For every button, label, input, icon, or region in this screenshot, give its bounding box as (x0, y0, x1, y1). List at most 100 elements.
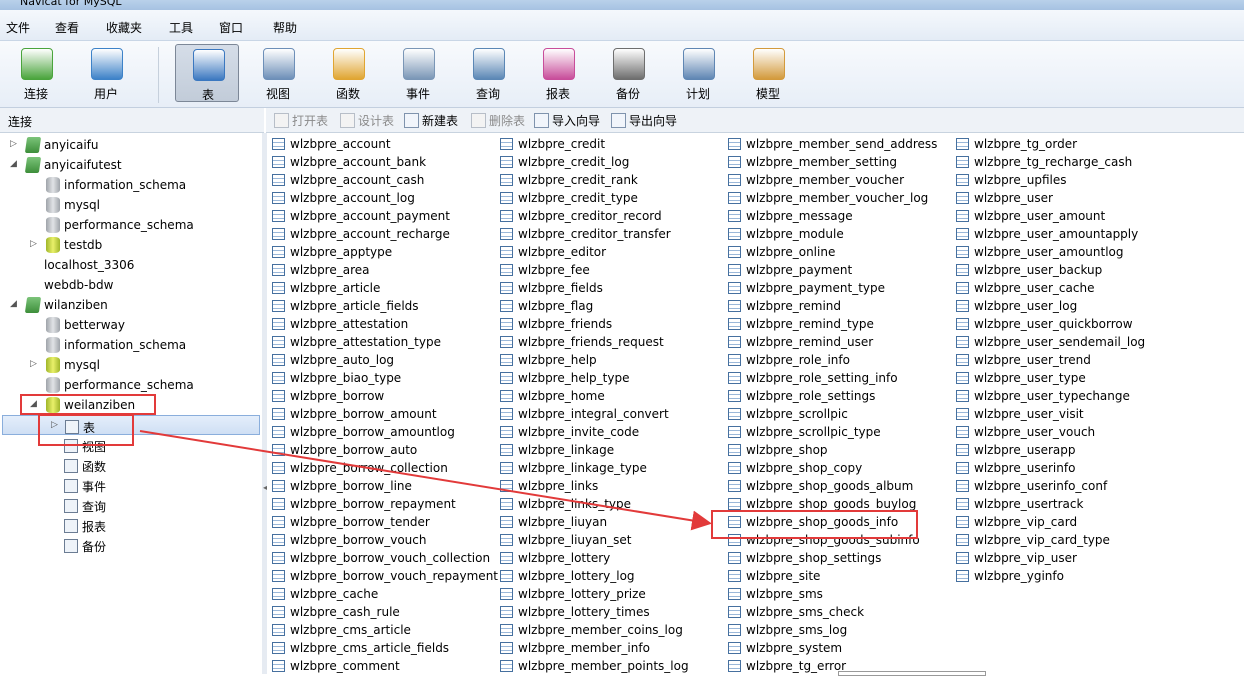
object-toolbar-button[interactable]: 设计表 (340, 112, 394, 128)
menu-tools[interactable]: 工具 (169, 19, 193, 36)
menu-view[interactable]: 查看 (55, 19, 79, 36)
toolbar-button-function[interactable]: 函数 (316, 44, 380, 102)
tree-item[interactable]: betterway (0, 315, 262, 335)
table-icon (956, 336, 969, 348)
table-icon (728, 588, 741, 600)
table-icon (956, 534, 969, 546)
toolbar-button-connection[interactable]: 连接 (4, 44, 68, 102)
tree-item-label: 函数 (82, 460, 107, 474)
toolbar-button-schedule[interactable]: 计划 (666, 44, 730, 102)
collapsed-arrow-icon[interactable]: ▷ (30, 359, 40, 369)
tree-item[interactable]: 备份 (0, 535, 262, 555)
table-name: wlzbpre_member_setting (746, 155, 898, 169)
table-name: wlzbpre_scrollpic_type (746, 425, 881, 439)
highlight-weilanziben (20, 394, 156, 415)
tree-item[interactable]: localhost_3306 (0, 255, 262, 275)
tree-item-label: performance_schema (64, 378, 194, 392)
database-icon (46, 317, 60, 333)
table-name: wlzbpre_user_vouch (974, 425, 1096, 439)
collapse-arrow-icon[interactable]: ◀ (263, 483, 269, 507)
tree-item[interactable]: information_schema (0, 175, 262, 195)
tree-item-label: 报表 (82, 520, 107, 534)
tree-item[interactable]: ◢ anyicaifutest (0, 155, 262, 175)
toolbar-button-model[interactable]: 模型 (736, 44, 800, 102)
expanded-arrow-icon[interactable]: ◢ (10, 299, 20, 309)
menu-window[interactable]: 窗口 (219, 19, 243, 36)
tree-item[interactable]: 事件 (0, 475, 262, 495)
table-icon (500, 264, 513, 276)
database-open-icon (46, 357, 60, 373)
table-icon (728, 372, 741, 384)
object-toolbar-label: 删除表 (489, 114, 526, 128)
object-type-icon (64, 499, 78, 513)
table-name: wlzbpre_linkage_type (518, 461, 647, 475)
table-name: wlzbpre_borrow_collection (290, 461, 448, 475)
object-toolbar-button[interactable]: 删除表 (471, 112, 525, 128)
main-toolbar: 连接 用户 表 视图 函数 事件 查询 报表 备份 计划 模型 (0, 41, 1244, 108)
tree-item[interactable]: 查询 (0, 495, 262, 515)
connection-icon (21, 48, 53, 80)
menu-favorites[interactable]: 收藏夹 (106, 19, 142, 36)
toolbar-button-query[interactable]: 查询 (456, 44, 520, 102)
table-icon (728, 318, 741, 330)
menu-file[interactable]: 文件 (6, 19, 30, 36)
object-type-icon (64, 539, 78, 553)
toolbar-button-event[interactable]: 事件 (386, 44, 450, 102)
table-icon (272, 444, 285, 456)
table-name: wlzbpre_apptype (290, 245, 393, 259)
tree-item[interactable]: ▷ mysql (0, 355, 262, 375)
object-toolbar-button[interactable]: 打开表 (274, 112, 328, 128)
table-name: wlzbpre_role_settings (746, 389, 876, 403)
table-name: wlzbpre_user (974, 191, 1053, 205)
table-icon (272, 408, 285, 420)
table-name: wlzbpre_payment (746, 263, 853, 277)
tree-item[interactable]: information_schema (0, 335, 262, 355)
toolbar-button-user[interactable]: 用户 (74, 44, 138, 102)
object-toolbar-button[interactable]: 导入向导 (534, 112, 600, 128)
toolbar-button-backup[interactable]: 备份 (596, 44, 660, 102)
table-icon (728, 444, 741, 456)
database-icon (46, 177, 60, 193)
table-icon (728, 606, 741, 618)
table-icon (728, 192, 741, 204)
table-icon (500, 354, 513, 366)
object-type-icon (64, 479, 78, 493)
collapsed-arrow-icon[interactable]: ▷ (30, 239, 40, 249)
object-toolbar-button[interactable]: 新建表 (404, 112, 458, 128)
tree-item[interactable]: mysql (0, 195, 262, 215)
tree-item-label: testdb (64, 238, 103, 252)
window-title: Navicat for MySQL (20, 0, 122, 8)
table-icon (956, 462, 969, 474)
tree-item[interactable]: performance_schema (0, 375, 262, 395)
table-icon (728, 462, 741, 474)
toolbar-button-table[interactable]: 表 (175, 44, 239, 102)
table-icon (500, 192, 513, 204)
tree-item[interactable]: 报表 (0, 515, 262, 535)
tree-item[interactable]: performance_schema (0, 215, 262, 235)
table-name: wlzbpre_friends_request (518, 335, 664, 349)
toolbar-button-view[interactable]: 视图 (246, 44, 310, 102)
table-icon (956, 480, 969, 492)
tree-item[interactable]: ▷ testdb (0, 235, 262, 255)
object-toolbar-button[interactable]: 导出向导 (611, 112, 677, 128)
collapsed-arrow-icon[interactable]: ▷ (10, 139, 20, 149)
table-icon (500, 498, 513, 510)
toolbar-button-report[interactable]: 报表 (526, 44, 590, 102)
table-icon (272, 426, 285, 438)
connection-icon (24, 157, 42, 173)
menu-help[interactable]: 帮助 (273, 19, 297, 36)
table-icon (956, 444, 969, 456)
expanded-arrow-icon[interactable]: ◢ (10, 159, 20, 169)
tree-item[interactable]: 函数 (0, 455, 262, 475)
table-name: wlzbpre_creditor_record (518, 209, 662, 223)
table-name: wlzbpre_borrow_tender (290, 515, 430, 529)
table-icon (500, 534, 513, 546)
table-name: wlzbpre_help_type (518, 371, 630, 385)
tree-item[interactable]: ▷ anyicaifu (0, 135, 262, 155)
table-name: wlzbpre_biao_type (290, 371, 402, 385)
table-name: wlzbpre_editor (518, 245, 607, 259)
tree-item[interactable]: ◢ wilanziben (0, 295, 262, 315)
tree-item[interactable]: webdb-bdw (0, 275, 262, 295)
database-open-icon (46, 237, 60, 253)
table-name: wlzbpre_user_type (974, 371, 1086, 385)
